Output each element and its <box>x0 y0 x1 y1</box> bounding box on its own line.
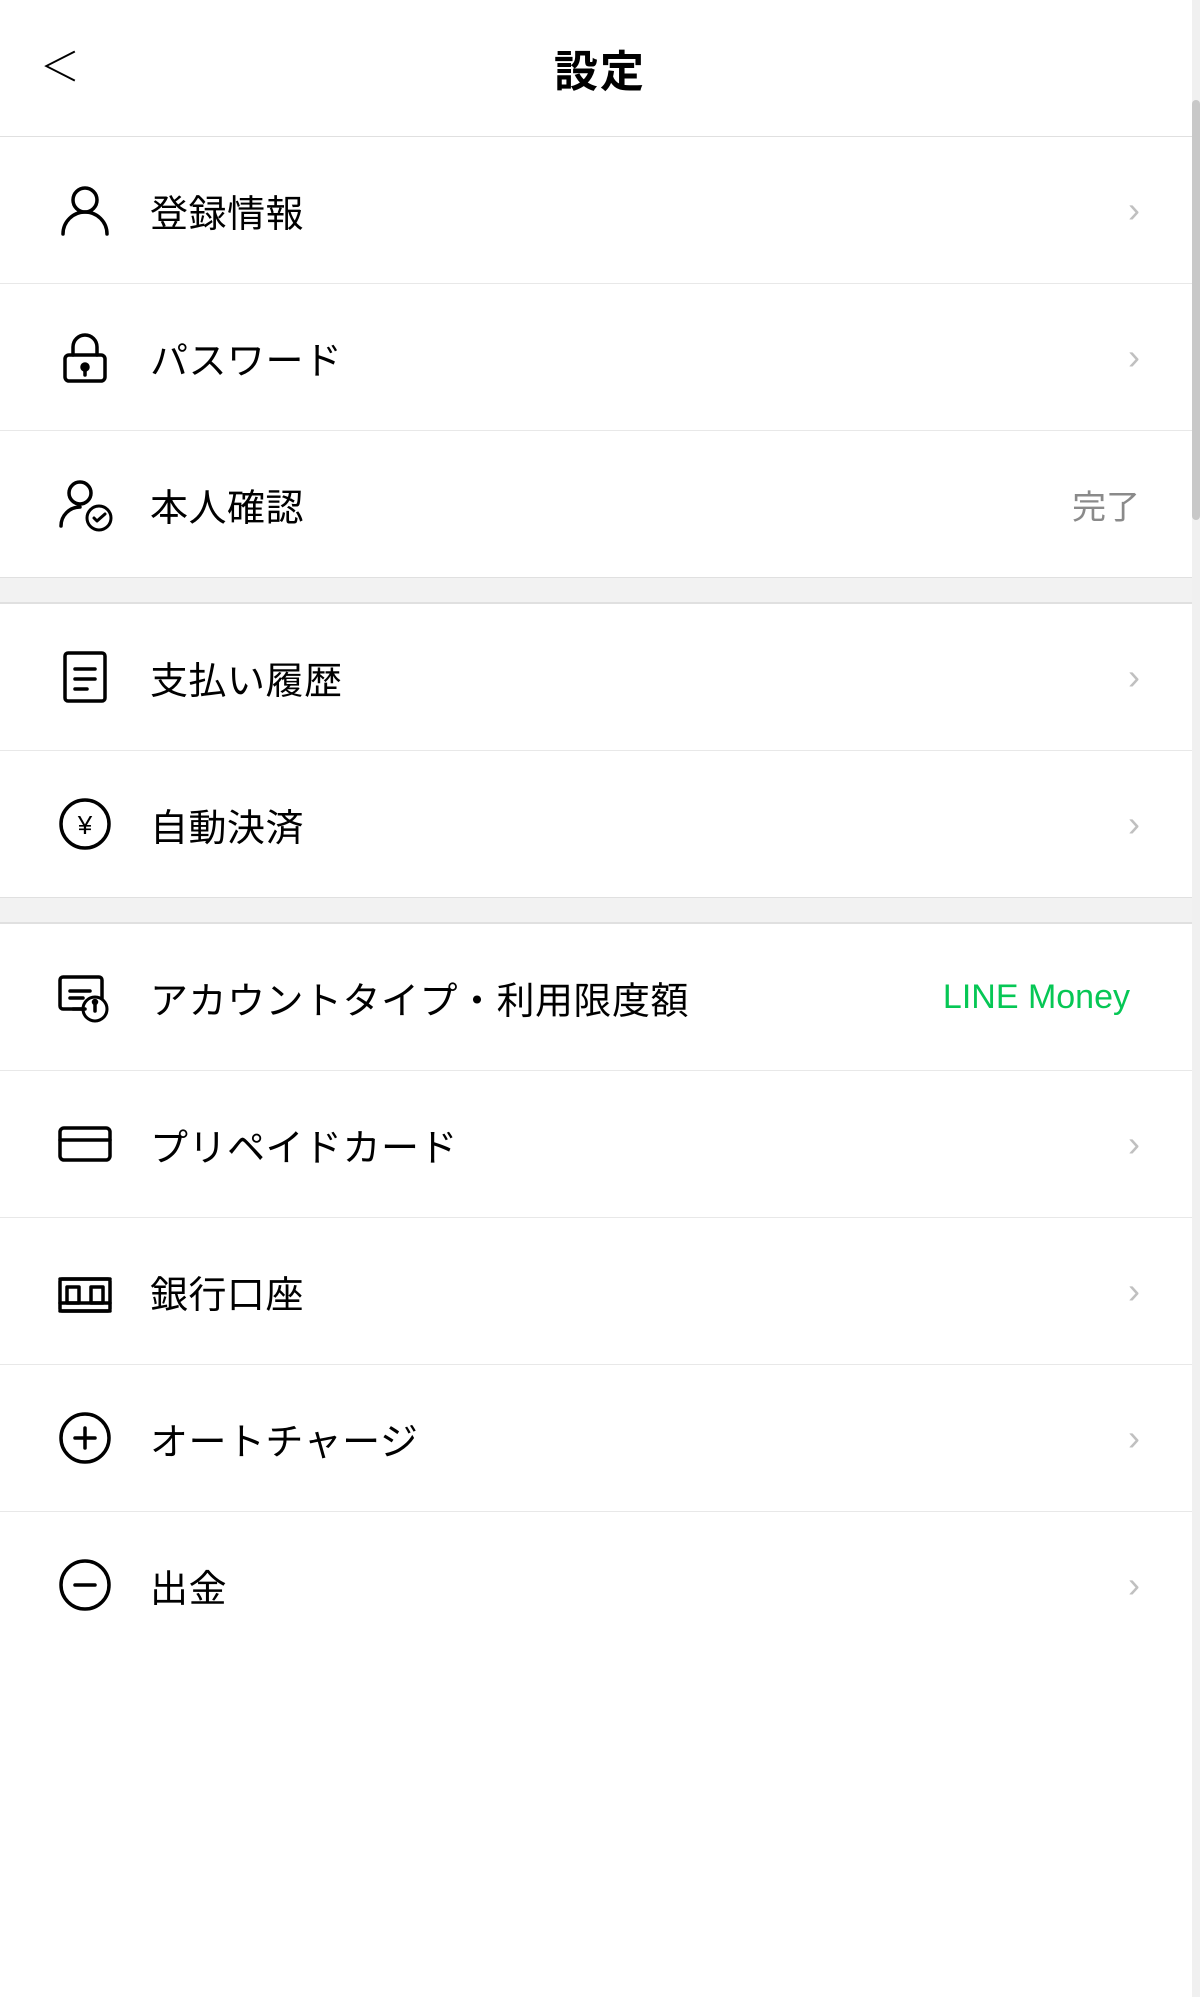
menu-item-bank-account[interactable]: 銀行口座 › <box>0 1218 1200 1365</box>
identity-status: 完了 <box>1072 480 1140 529</box>
account-type-value: LINE Money <box>943 978 1130 1017</box>
chevron-icon: › <box>1128 336 1140 378</box>
coin-plus-icon <box>50 1403 120 1473</box>
prepaid-card-label: プリペイドカード <box>150 1117 1128 1172</box>
yen-circle-icon: ¥ <box>50 789 120 859</box>
menu-item-password[interactable]: パスワード › <box>0 284 1200 431</box>
menu-item-prepaid-card[interactable]: プリペイドカード › <box>0 1071 1200 1218</box>
auto-payment-label: 自動決済 <box>150 797 1128 852</box>
withdrawal-label: 出金 <box>150 1558 1128 1613</box>
menu-item-identity[interactable]: 本人確認 完了 <box>0 431 1200 577</box>
chevron-icon: › <box>1128 1564 1140 1606</box>
scrollbar[interactable] <box>1192 0 1200 1997</box>
chevron-icon: › <box>1128 189 1140 231</box>
account-type-label: アカウントタイプ・利用限度額 <box>150 970 943 1025</box>
page-title: 設定 <box>554 36 646 100</box>
chevron-icon: › <box>1128 1417 1140 1459</box>
back-button[interactable]: ＜ <box>40 48 80 88</box>
chevron-icon: › <box>1128 803 1140 845</box>
card-icon <box>50 1109 120 1179</box>
section-separator-2 <box>0 897 1200 923</box>
monitor-info-icon <box>50 962 120 1032</box>
menu-item-account-type[interactable]: アカウントタイプ・利用限度額 LINE Money <box>0 924 1200 1071</box>
lock-icon <box>50 322 120 392</box>
auto-charge-label: オートチャージ <box>150 1411 1128 1466</box>
identity-label: 本人確認 <box>150 477 1072 532</box>
scrollbar-thumb[interactable] <box>1192 100 1200 520</box>
chevron-icon: › <box>1128 656 1140 698</box>
chevron-icon: › <box>1128 1270 1140 1312</box>
section-separator-1 <box>0 577 1200 603</box>
section-account: 登録情報 › パスワード › 本人確認 完了 <box>0 136 1200 577</box>
menu-item-registration[interactable]: 登録情報 › <box>0 137 1200 284</box>
password-label: パスワード <box>150 330 1128 385</box>
coin-minus-icon <box>50 1550 120 1620</box>
menu-item-payment-history[interactable]: 支払い履歴 › <box>0 604 1200 751</box>
section-payment: 支払い履歴 › ¥ 自動決済 › <box>0 603 1200 897</box>
payment-history-label: 支払い履歴 <box>150 650 1128 705</box>
menu-item-withdrawal[interactable]: 出金 › <box>0 1512 1200 1658</box>
registration-label: 登録情報 <box>150 183 1128 238</box>
user-icon <box>50 175 120 245</box>
user-check-icon <box>50 469 120 539</box>
chevron-icon: › <box>1128 1123 1140 1165</box>
menu-item-auto-payment[interactable]: ¥ 自動決済 › <box>0 751 1200 897</box>
section-money: アカウントタイプ・利用限度額 LINE Money プリペイドカード › 銀行口… <box>0 923 1200 1658</box>
svg-text:¥: ¥ <box>77 810 93 840</box>
document-icon <box>50 642 120 712</box>
bank-account-label: 銀行口座 <box>150 1264 1128 1319</box>
menu-item-auto-charge[interactable]: オートチャージ › <box>0 1365 1200 1512</box>
header: ＜ 設定 <box>0 0 1200 136</box>
bank-icon <box>50 1256 120 1326</box>
